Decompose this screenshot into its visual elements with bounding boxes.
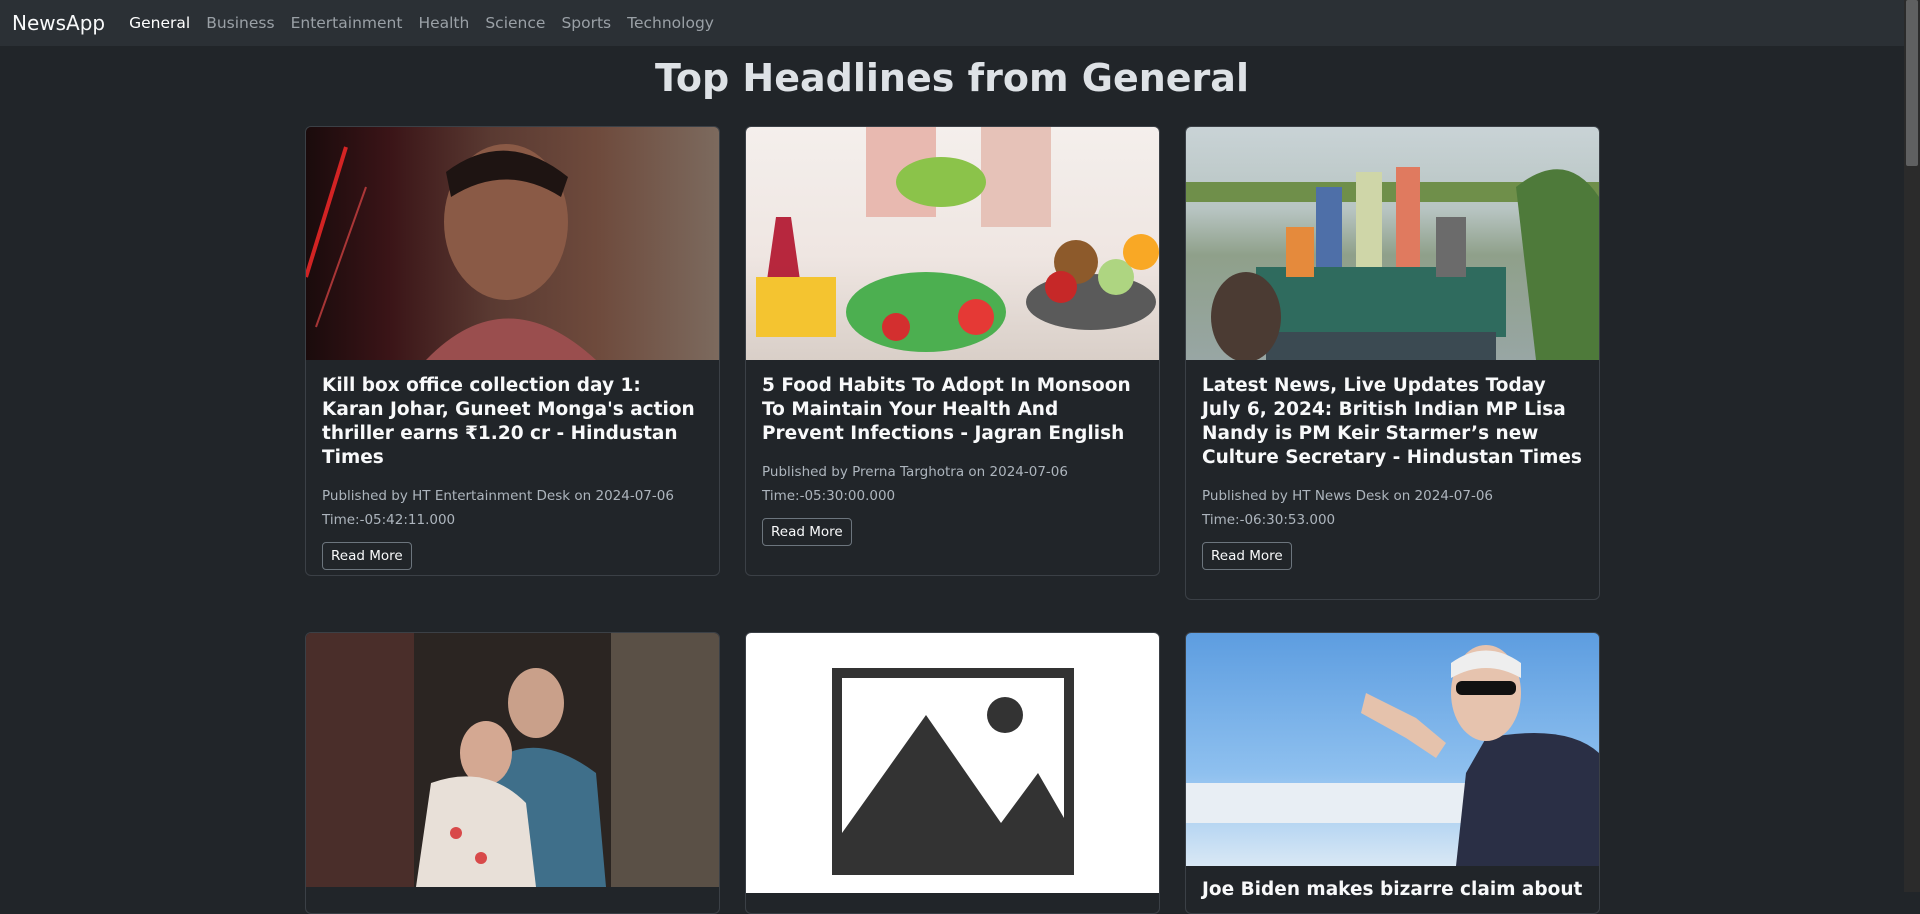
nav-link-general[interactable]: General	[129, 14, 190, 32]
news-card	[305, 632, 720, 914]
news-card-title: Kill box office collection day 1: Karan …	[322, 375, 695, 468]
nav-link-science[interactable]: Science	[485, 14, 545, 32]
news-card-image	[746, 127, 1159, 360]
news-card: Latest News, Live Updates Today July 6, …	[1185, 126, 1600, 600]
navbar: NewsApp General Business Entertainment H…	[0, 0, 1904, 46]
nav-link-sports[interactable]: Sports	[561, 14, 611, 32]
news-card-time: Time:-05:30:00.000	[762, 488, 896, 504]
read-more-button[interactable]: Read More	[762, 518, 852, 546]
page-scrollbar[interactable]	[1904, 0, 1920, 892]
news-card: Joe Biden makes bizarre claim about	[1185, 632, 1600, 914]
nav-link-entertainment[interactable]: Entertainment	[291, 14, 403, 32]
news-card	[745, 632, 1160, 914]
news-card-image	[1186, 127, 1599, 360]
news-card-author: Published by HT Entertainment Desk on 20…	[322, 488, 674, 504]
brand-logo[interactable]: NewsApp	[12, 11, 105, 35]
news-card-image	[1186, 633, 1599, 866]
image-placeholder	[746, 633, 1159, 893]
news-card-author: Published by HT News Desk on 2024-07-06	[1202, 488, 1494, 504]
nav-link-business[interactable]: Business	[206, 14, 274, 32]
page-title: Top Headlines from General	[655, 56, 1249, 100]
read-more-button[interactable]: Read More	[322, 542, 412, 570]
news-card: 5 Food Habits To Adopt In Monsoon To Mai…	[745, 126, 1160, 576]
news-card-time: Time:-05:42:11.000	[322, 512, 456, 528]
nav-link-health[interactable]: Health	[418, 14, 469, 32]
news-card-title: Latest News, Live Updates Today July 6, …	[1202, 375, 1582, 468]
scrollbar-thumb[interactable]	[1906, 0, 1918, 166]
news-card: Kill box office collection day 1: Karan …	[305, 126, 720, 576]
news-card-title: 5 Food Habits To Adopt In Monsoon To Mai…	[762, 375, 1131, 444]
news-card-image	[306, 127, 719, 360]
news-card-author: Published by Prerna Targhotra on 2024-07…	[762, 464, 1068, 480]
read-more-button[interactable]: Read More	[1202, 542, 1292, 570]
news-card-time: Time:-06:30:53.000	[1202, 512, 1336, 528]
nav-link-technology[interactable]: Technology	[627, 14, 714, 32]
news-card-title: Joe Biden makes bizarre claim about	[1202, 879, 1583, 900]
news-card-image	[306, 633, 719, 887]
